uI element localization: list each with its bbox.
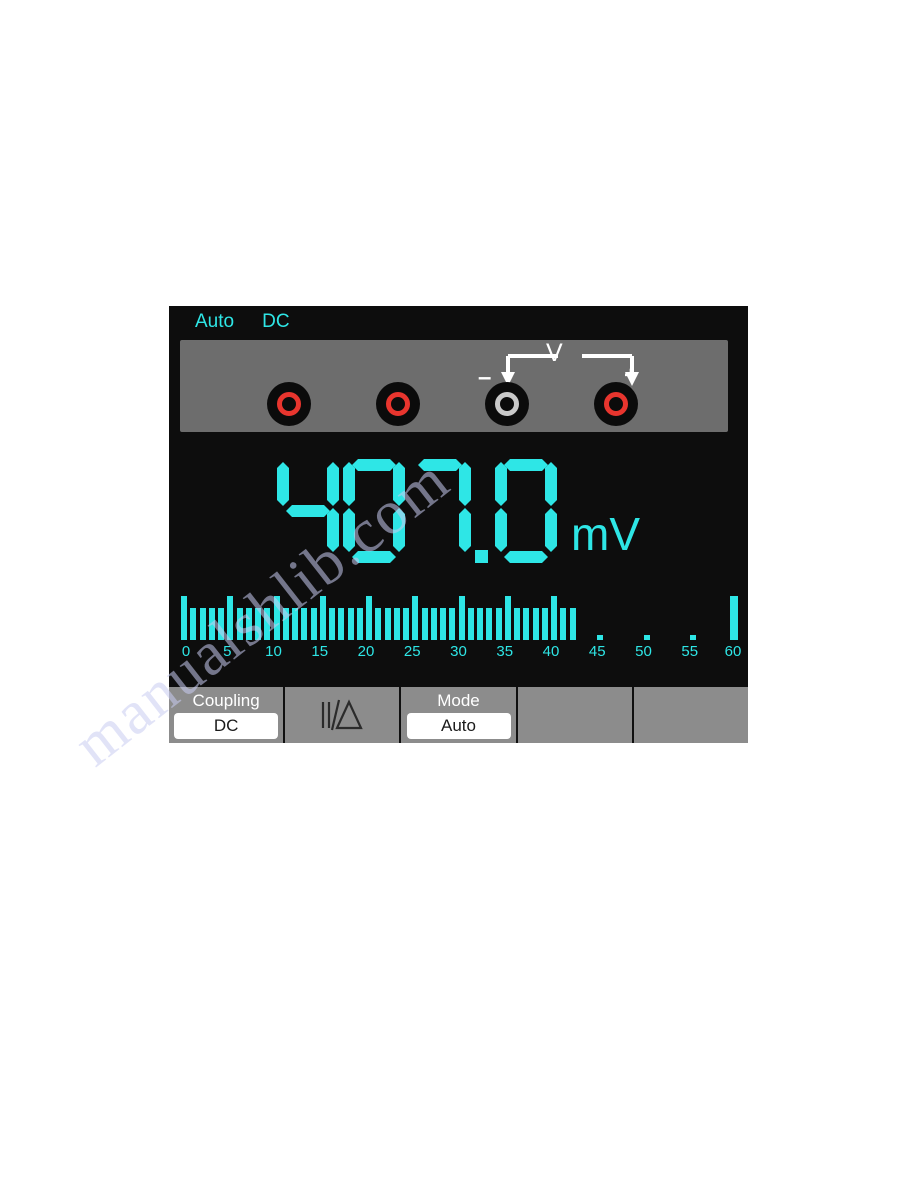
bargraph-segment [366, 596, 372, 640]
bargraph-segment [560, 608, 567, 640]
digit-3 [409, 459, 471, 563]
bargraph-tick-label: 15 [311, 643, 329, 660]
bargraph-tick-label: 60 [724, 643, 742, 660]
menu-relative[interactable] [285, 687, 402, 743]
menu-mode[interactable]: Mode Auto [401, 687, 518, 743]
bargraph-segment [495, 608, 502, 640]
bargraph-segment [458, 596, 465, 640]
bargraph-tick-label: 50 [635, 643, 652, 660]
status-coupling: DC [262, 310, 290, 332]
bargraph-segment [218, 608, 224, 640]
bargraph-segment [412, 596, 419, 640]
digit-1 [277, 459, 339, 563]
bargraph-segment [393, 608, 400, 640]
bargraph-segment [486, 608, 493, 640]
bargraph-tick-label: 30 [450, 643, 467, 660]
bargraph-tick-label: 40 [542, 643, 560, 660]
bargraph-segment [292, 608, 298, 640]
hookup-volt-symbol: V [546, 339, 563, 367]
terminal-panel: V – + [180, 340, 728, 432]
status-range-mode: Auto [195, 310, 235, 332]
bargraph-segment [301, 608, 308, 640]
jack-ring-icon [277, 392, 301, 416]
bargraph-tick-label: 20 [357, 643, 375, 660]
digit-4 [495, 459, 557, 563]
bargraph-segment [532, 608, 539, 640]
relative-delta-icon [319, 698, 365, 732]
bargraph-segment [273, 596, 280, 640]
digit-2 [343, 459, 405, 563]
bargraph-segment [403, 608, 409, 640]
bargraph-segment [504, 596, 511, 640]
jack-ring-icon [604, 392, 628, 416]
bargraph-segment [282, 608, 289, 640]
bargraph-segment [319, 596, 326, 640]
bargraph-segment [440, 608, 446, 640]
bargraph-segment [338, 608, 345, 640]
menu-coupling-value[interactable]: DC [174, 712, 279, 739]
menu-mode-value[interactable]: Auto [406, 712, 511, 739]
menu-empty-2[interactable] [633, 687, 748, 743]
bargraph-segment [430, 608, 437, 640]
bargraph-tick-label: 10 [265, 643, 282, 660]
bargraph-segment [190, 608, 197, 640]
bargraph-segment [551, 596, 557, 640]
bargraph-segment [541, 608, 548, 640]
terminal-jack-3-negative[interactable] [485, 382, 529, 426]
bargraph-segment [264, 608, 271, 640]
bargraph-segment [356, 608, 363, 640]
measurement-unit: mV [571, 508, 640, 560]
menu-empty-1[interactable] [517, 687, 634, 743]
bargraph-segment [208, 608, 215, 640]
bargraph-segment [199, 608, 206, 640]
bargraph-segment [569, 608, 576, 640]
bargraph-segment [375, 608, 382, 640]
bargraph-segment [347, 608, 354, 640]
measurement-reading: mV [169, 446, 748, 576]
bargraph-segment [514, 608, 520, 640]
terminal-jack-4-positive[interactable] [594, 382, 638, 426]
hookup-negative-sign: – [478, 364, 492, 391]
bargraph: 0 5 10 15 20 25 30 35 40 45 50 55 60 [181, 594, 742, 662]
bargraph-segment [421, 608, 428, 640]
jack-ring-icon [495, 392, 519, 416]
terminal-jack-2[interactable] [376, 382, 420, 426]
bargraph-end-marker [730, 596, 738, 640]
status-bar: Auto DC [169, 306, 748, 336]
soft-key-menu: Coupling DC Mode Auto [169, 687, 748, 743]
bargraph-segment [227, 596, 234, 640]
decimal-point [475, 459, 491, 563]
bargraph-segment [181, 596, 187, 640]
terminal-jack-1[interactable] [267, 382, 311, 426]
bargraph-segment [384, 608, 391, 640]
menu-coupling-title: Coupling [192, 690, 260, 710]
bargraph-segment [245, 608, 252, 640]
menu-mode-title: Mode [437, 690, 480, 710]
jack-ring-icon [386, 392, 410, 416]
bargraph-tick-labels: 0 5 10 15 20 25 30 35 40 45 50 55 60 [181, 640, 742, 662]
bargraph-bars [181, 594, 738, 640]
bargraph-segment [449, 608, 456, 640]
bargraph-segment [477, 608, 483, 640]
bargraph-segment [467, 608, 474, 640]
bargraph-tick-label: 25 [403, 643, 421, 660]
bargraph-segment [523, 608, 530, 640]
bargraph-segment [255, 608, 261, 640]
bargraph-tick-label: 45 [588, 643, 606, 660]
bargraph-segment [329, 608, 335, 640]
bargraph-segment [310, 608, 317, 640]
bargraph-tick-label: 5 [223, 643, 232, 660]
bargraph-tick-label: 0 [181, 643, 191, 660]
bargraph-segment [236, 608, 243, 640]
seven-segment-display: mV [277, 459, 640, 563]
bargraph-tick-label: 55 [681, 643, 699, 660]
bargraph-tick-label: 35 [496, 643, 514, 660]
menu-coupling[interactable]: Coupling DC [169, 687, 286, 743]
multimeter-screen: Auto DC V – + mV 0 5 10 15 20 25 30 35 4… [169, 306, 748, 743]
